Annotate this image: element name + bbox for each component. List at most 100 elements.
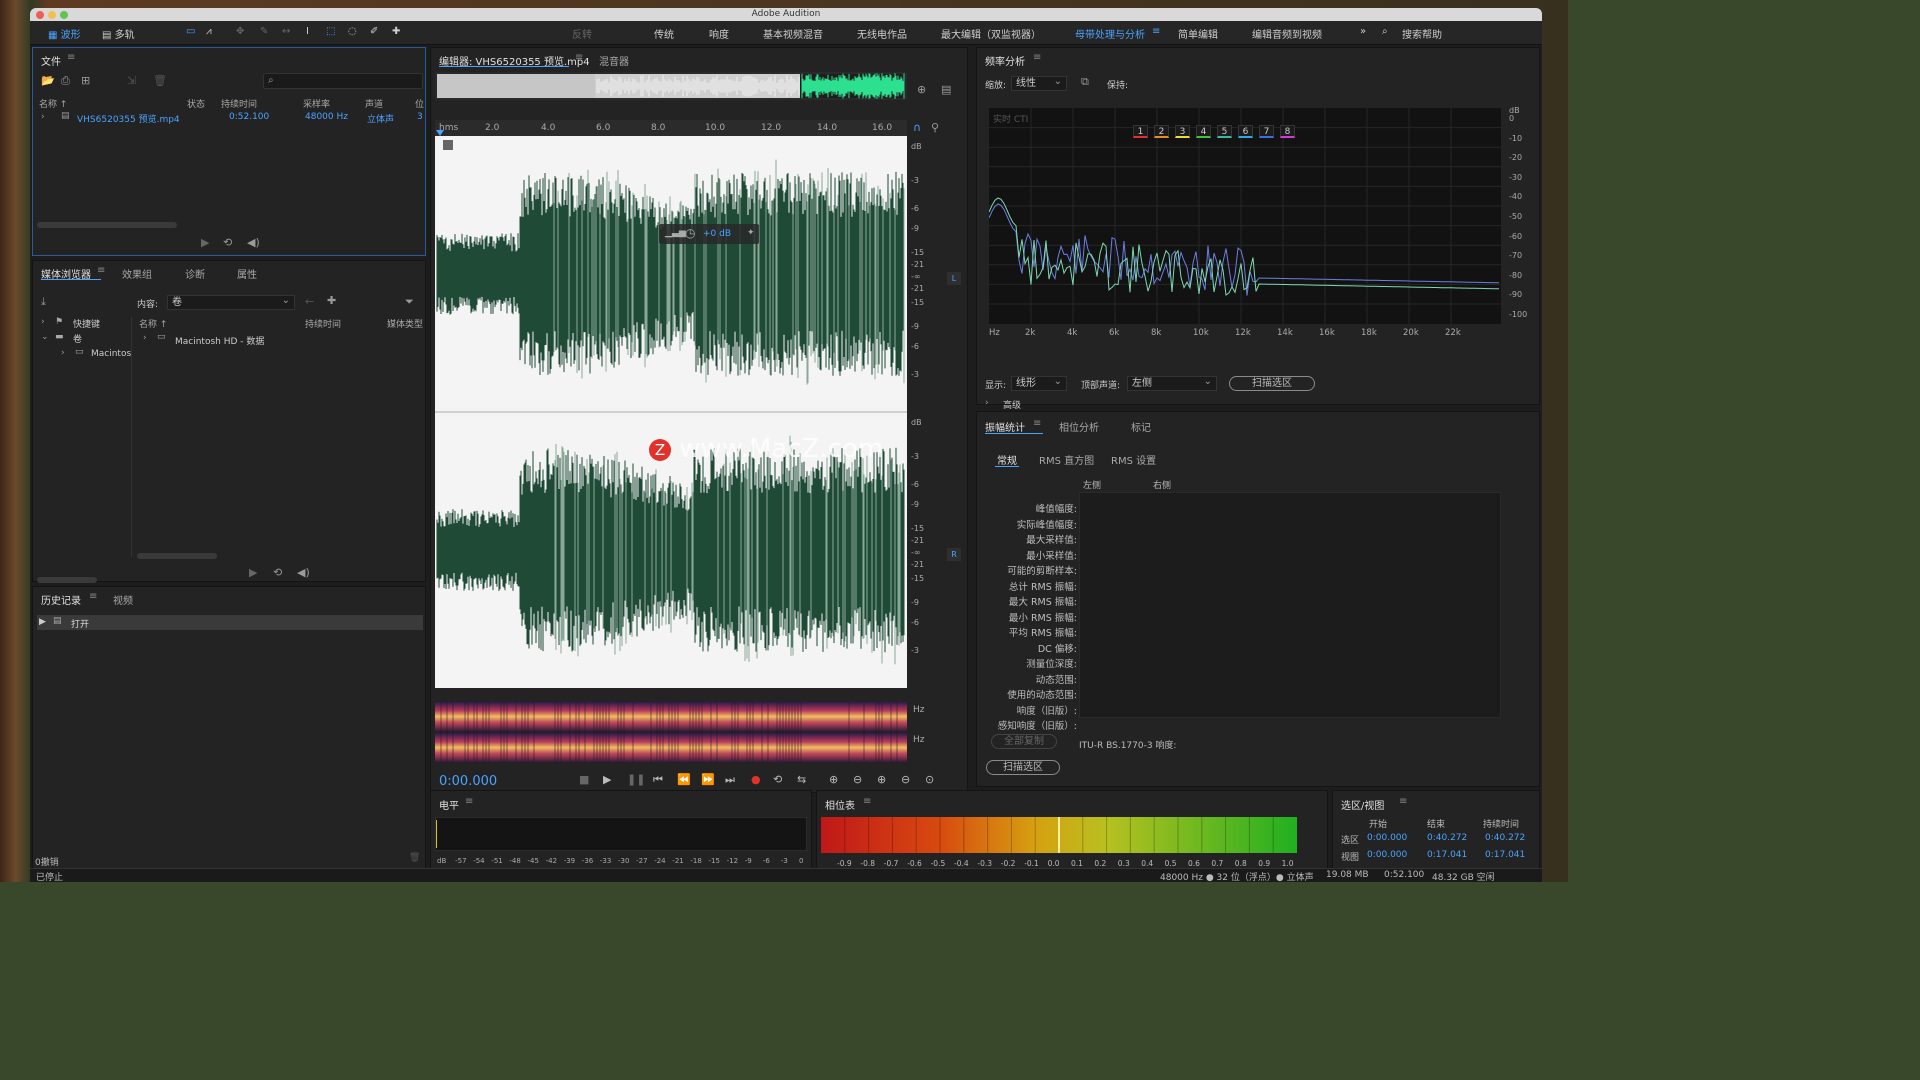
record-button[interactable]: ●: [751, 773, 761, 786]
play-button[interactable]: ▶: [603, 773, 611, 786]
workspace-audio-to-video[interactable]: 编辑音频到视频: [1252, 26, 1322, 41]
files-panel-menu-icon[interactable]: ≡: [67, 52, 75, 63]
overview-toggle-icon[interactable]: ▤: [941, 84, 951, 96]
tab-phase-analysis[interactable]: 相位分析: [1059, 419, 1099, 434]
fast-forward-button[interactable]: ⏩: [701, 773, 715, 786]
tree-chevron-expanded-icon[interactable]: ⌄: [41, 332, 49, 342]
workspace-traditional[interactable]: 传统: [654, 26, 674, 41]
copy-all-button[interactable]: 全部复制: [991, 734, 1057, 749]
keep-slot-4[interactable]: 4: [1196, 125, 1211, 138]
tab-diagnostics[interactable]: 诊断: [185, 266, 205, 281]
tab-properties[interactable]: 属性: [237, 266, 257, 281]
col-duration[interactable]: 持续时间: [221, 97, 257, 110]
minimize-window-button[interactable]: [48, 11, 56, 19]
loop-preview-icon[interactable]: ⟲: [273, 567, 282, 579]
content-dropdown[interactable]: 卷: [167, 294, 295, 310]
filter-icon[interactable]: ⏷: [405, 296, 414, 308]
keep-slot-6[interactable]: 6: [1238, 125, 1253, 138]
table-row[interactable]: › ▤ VHS6520355 预览.mp4 0:52.100 48000 Hz …: [33, 110, 425, 125]
tree-chevron-icon[interactable]: ›: [41, 317, 45, 327]
workspace-overflow-button[interactable]: »: [1360, 26, 1366, 37]
pause-button[interactable]: ❚❚: [627, 773, 645, 786]
zoom-full-icon[interactable]: ⊙: [925, 773, 934, 786]
display-dropdown[interactable]: 线形: [1011, 375, 1067, 391]
tree-split-divider[interactable]: [131, 317, 132, 557]
phase-menu-icon[interactable]: ≡: [863, 796, 871, 807]
subtab-general[interactable]: 常规: [997, 452, 1017, 467]
workspace-dual-monitor[interactable]: 最大编辑（双监视器）: [941, 26, 1041, 41]
gain-hud[interactable]: ▁▃▅ ◷ +0 dB ✦: [659, 224, 759, 244]
stop-button[interactable]: ■: [579, 773, 589, 786]
col-name[interactable]: 名称 ↑: [139, 317, 167, 330]
zoom-out-amplitude-icon[interactable]: ⊖: [853, 773, 862, 786]
snap-icon[interactable]: ∩: [913, 122, 921, 134]
view-end[interactable]: 0:17.041: [1427, 850, 1467, 860]
time-selection-tool-icon[interactable]: Ⅰ: [306, 26, 309, 37]
add-shortcut-icon[interactable]: ✚: [327, 295, 336, 307]
tree-chevron-icon[interactable]: ›: [143, 333, 147, 343]
advanced-toggle[interactable]: 高级: [1003, 398, 1021, 411]
workspace-radio[interactable]: 无线电作品: [857, 26, 907, 41]
col-name[interactable]: 名称 ↑: [39, 97, 67, 110]
amplitude-menu-icon[interactable]: ≡: [1033, 418, 1041, 429]
editor-menu-icon[interactable]: ≡: [575, 52, 583, 63]
stereo-waveform[interactable]: [435, 136, 907, 688]
col-duration[interactable]: 持续时间: [305, 317, 341, 330]
marker-pin-icon[interactable]: ⚲: [931, 122, 939, 134]
tree-item-shortcuts[interactable]: 快捷键: [73, 317, 100, 330]
tab-video[interactable]: 视频: [113, 592, 133, 607]
keep-slot-2[interactable]: 2: [1154, 125, 1169, 138]
keep-slot-3[interactable]: 3: [1175, 125, 1190, 138]
tree-horizontal-scrollbar[interactable]: [37, 577, 97, 583]
selection-start[interactable]: 0:00.000: [1367, 833, 1407, 843]
loop-preview-icon[interactable]: ⟲: [223, 237, 232, 249]
move-tool-icon[interactable]: ✥: [236, 26, 244, 37]
media-browser-menu-icon[interactable]: ≡: [97, 265, 105, 276]
view-duration[interactable]: 0:17.041: [1485, 850, 1525, 860]
keep-slot-8[interactable]: 8: [1280, 125, 1295, 138]
tree-chevron-icon[interactable]: ›: [61, 348, 65, 358]
play-preview-icon[interactable]: ▶: [249, 567, 257, 579]
list-item[interactable]: Macintosh HD - 数据: [175, 334, 264, 347]
trash-icon[interactable]: 🗑: [409, 853, 420, 863]
tab-effects-rack[interactable]: 效果组: [122, 266, 152, 281]
zoom-in-time-icon[interactable]: ⊕: [877, 773, 886, 786]
workspace-video-mix[interactable]: 基本视频混音: [763, 26, 823, 41]
lock-cursor-icon[interactable]: ⧉: [1081, 76, 1089, 88]
insert-icon[interactable]: ⇲: [127, 75, 136, 87]
tab-markers[interactable]: 标记: [1131, 419, 1151, 434]
spectral-display-icon[interactable]: ▭: [186, 26, 195, 37]
rewind-button[interactable]: ⏪: [677, 773, 691, 786]
multitrack-view-button[interactable]: ▤ 多轨: [102, 26, 135, 41]
keep-slot-7[interactable]: 7: [1259, 125, 1274, 138]
files-search-input[interactable]: ⌕: [263, 73, 423, 89]
channel-left-toggle[interactable]: L: [947, 272, 961, 285]
go-to-end-button[interactable]: ⏭: [725, 773, 735, 787]
lasso-tool-icon[interactable]: ◌: [348, 26, 357, 37]
tree-item-macintosh[interactable]: Macintos: [91, 349, 131, 359]
skip-selection-button[interactable]: ⇆: [797, 773, 806, 786]
download-icon[interactable]: ⤓: [41, 296, 46, 308]
selection-duration[interactable]: 0:40.272: [1485, 833, 1525, 843]
expand-chevron-icon[interactable]: ›: [41, 112, 45, 122]
workspace-loudness[interactable]: 响度: [709, 26, 729, 41]
help-search-input[interactable]: 搜索帮助: [1402, 26, 1442, 41]
waveform-view-button[interactable]: ▦ 波形: [48, 26, 81, 41]
media-horizontal-scrollbar[interactable]: [137, 553, 217, 559]
gain-knob-icon[interactable]: ◷: [685, 226, 695, 240]
loop-playback-button[interactable]: ⟲: [773, 773, 782, 786]
frequency-plot[interactable]: [989, 108, 1501, 336]
brush-tool-icon[interactable]: ✐: [370, 26, 378, 37]
spectral-display[interactable]: [435, 702, 907, 762]
history-item[interactable]: ▶ ▤ 打开: [37, 615, 423, 630]
keep-slot-1[interactable]: 1: [1133, 125, 1148, 138]
slip-tool-icon[interactable]: ↔: [282, 26, 290, 37]
delete-icon[interactable]: 🗑: [153, 75, 167, 87]
tree-item-volumes[interactable]: 卷: [73, 332, 82, 345]
play-preview-icon[interactable]: ▶: [201, 237, 209, 249]
time-ruler[interactable]: hms 2.0 4.0 6.0 8.0 10.0 12.0 14.0 16.0: [435, 120, 907, 136]
zoom-out-time-icon[interactable]: ⊖: [901, 773, 910, 786]
tab-mixer[interactable]: 混音器: [599, 53, 629, 68]
col-rate[interactable]: 采样率: [303, 97, 330, 110]
tab-amplitude-stats[interactable]: 振幅统计: [985, 419, 1025, 434]
